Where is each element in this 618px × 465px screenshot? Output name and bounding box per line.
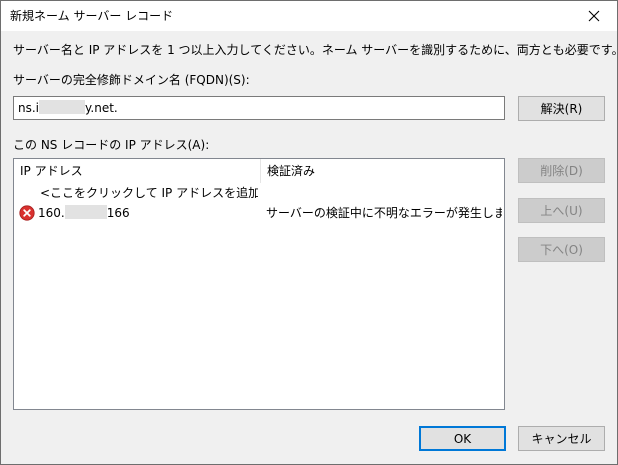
fqdn-label: サーバーの完全修飾ドメイン名 (FQDN)(S): <box>13 73 250 87</box>
fqdn-value-prefix: ns.i <box>18 101 40 115</box>
table-row[interactable]: 160. 166 サーバーの検証中に不明なエラーが発生しました。 <box>14 204 504 222</box>
column-header-ip[interactable]: IP アドレス <box>14 159 260 183</box>
ip-address-cell: 160. 166 <box>38 204 258 222</box>
close-button[interactable] <box>571 1 617 31</box>
resolve-button[interactable]: 解決(R) <box>518 96 605 121</box>
fqdn-input[interactable]: ns.i y.net. <box>13 96 505 120</box>
title-bar: 新規ネーム サーバー レコード <box>1 1 617 31</box>
ip-address-list[interactable]: IP アドレス 検証済み <ここをクリックして IP アドレスを追加してくださ.… <box>13 158 505 410</box>
ip-prefix: 160. <box>38 206 65 220</box>
ip-suffix: 166 <box>106 206 130 220</box>
verification-status: サーバーの検証中に不明なエラーが発生しました。 <box>266 206 502 220</box>
redacted-area <box>64 205 107 219</box>
instruction-text: サーバー名と IP アドレスを 1 つ以上入力してください。ネーム サーバーを識… <box>13 43 618 57</box>
list-header: IP アドレス 検証済み <box>14 159 504 183</box>
add-ip-row[interactable]: <ここをクリックして IP アドレスを追加してくださ... <box>14 184 504 202</box>
delete-button[interactable]: 削除(D) <box>518 158 605 183</box>
move-up-button[interactable]: 上へ(U) <box>518 198 605 223</box>
redacted-area <box>39 100 86 114</box>
move-down-button[interactable]: 下へ(O) <box>518 237 605 262</box>
error-icon <box>19 205 35 221</box>
dialog-title: 新規ネーム サーバー レコード <box>10 9 174 23</box>
add-ip-prompt[interactable]: <ここをクリックして IP アドレスを追加してくださ... <box>40 184 258 202</box>
column-header-verified[interactable]: 検証済み <box>261 159 501 183</box>
close-icon <box>588 10 600 22</box>
ok-button[interactable]: OK <box>419 426 506 451</box>
new-ns-record-dialog: 新規ネーム サーバー レコード サーバー名と IP アドレスを 1 つ以上入力し… <box>0 0 618 465</box>
fqdn-value-suffix: y.net. <box>85 101 118 115</box>
cancel-button[interactable]: キャンセル <box>518 426 605 451</box>
ip-list-label: この NS レコードの IP アドレス(A): <box>13 138 210 152</box>
